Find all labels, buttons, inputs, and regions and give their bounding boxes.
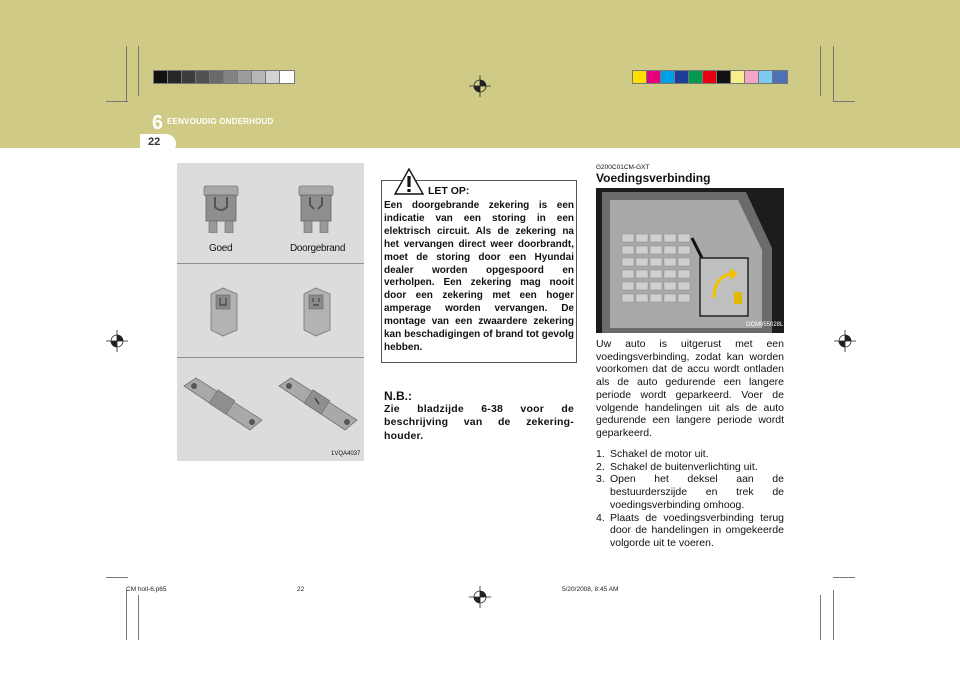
section-heading: Voedingsverbinding bbox=[596, 171, 711, 185]
registration-target-icon bbox=[834, 330, 856, 352]
color-swatch bbox=[759, 71, 773, 83]
image-code: 1VQA4037 bbox=[331, 451, 361, 457]
color-swatch bbox=[238, 71, 252, 83]
fuse-box-photo bbox=[596, 188, 784, 333]
color-swatch bbox=[168, 71, 182, 83]
step-number: 1. bbox=[596, 448, 605, 460]
color-swatch bbox=[154, 71, 168, 83]
note-text: Zie bladzijde 6-38 voor de beschrijving … bbox=[384, 403, 574, 442]
registration-target-icon bbox=[106, 330, 128, 352]
registration-target-icon bbox=[469, 75, 491, 97]
warning-text: Een doorgebrande zekering is een indicat… bbox=[384, 200, 574, 353]
color-swatch bbox=[224, 71, 238, 83]
section-body: Uw auto is uitgerust met een voedingsver… bbox=[596, 338, 784, 439]
color-swatch bbox=[210, 71, 224, 83]
panel-divider bbox=[177, 263, 364, 264]
label-blown: Doorgebrand bbox=[290, 243, 346, 254]
step-number: 3. bbox=[596, 473, 605, 486]
grayscale-calibration-bar bbox=[153, 70, 295, 84]
good-blade-fuse-icon bbox=[203, 185, 239, 233]
good-strip-fuse-icon bbox=[183, 377, 263, 431]
header-band bbox=[0, 0, 960, 148]
step-text: Open het deksel aan de bestuurderszijde … bbox=[610, 473, 784, 511]
color-swatch bbox=[773, 71, 787, 83]
step-number: 4. bbox=[596, 511, 605, 524]
list-item: 2. Schakel de buitenverlichting uit. bbox=[596, 461, 784, 474]
chapter-number: 6 bbox=[152, 112, 164, 134]
steps-list: 1. Schakel de motor uit. 2. Schakel de bui… bbox=[596, 448, 784, 550]
step-text: Plaats de voedingsverbinding terug door … bbox=[610, 511, 784, 549]
blown-cartridge-fuse-icon bbox=[303, 287, 331, 337]
page-number: 22 bbox=[148, 136, 161, 148]
warning-title: LET OP: bbox=[428, 185, 470, 197]
color-swatch bbox=[266, 71, 280, 83]
color-swatch bbox=[196, 71, 210, 83]
label-good: Goed bbox=[209, 243, 233, 254]
color-swatch bbox=[661, 71, 675, 83]
blown-blade-fuse-icon bbox=[298, 185, 334, 233]
warning-triangle-icon bbox=[394, 168, 424, 195]
color-swatch bbox=[633, 71, 647, 83]
color-swatch bbox=[252, 71, 266, 83]
color-swatch bbox=[703, 71, 717, 83]
panel-divider bbox=[177, 357, 364, 358]
blown-strip-fuse-icon bbox=[278, 377, 358, 431]
color-swatch bbox=[647, 71, 661, 83]
step-text: Schakel de motor uit. bbox=[610, 448, 709, 460]
color-swatch bbox=[745, 71, 759, 83]
list-item: 1. Schakel de motor uit. bbox=[596, 448, 784, 461]
color-swatch bbox=[717, 71, 731, 83]
color-swatch bbox=[675, 71, 689, 83]
step-text: Schakel de buitenverlichting uit. bbox=[610, 460, 758, 473]
footer-file: CM holl-6.p65 bbox=[126, 586, 167, 593]
photo-image-code: OCM055028L bbox=[746, 322, 784, 328]
color-calibration-bar bbox=[632, 70, 788, 84]
list-item: 4. Plaats de voedingsverbinding terug doo… bbox=[596, 512, 784, 550]
good-cartridge-fuse-icon bbox=[210, 287, 238, 337]
footer-page: 22 bbox=[297, 586, 305, 593]
color-swatch bbox=[182, 71, 196, 83]
list-item: 3. Open het deksel aan de bestuurderszijd… bbox=[596, 473, 784, 511]
color-swatch bbox=[689, 71, 703, 83]
color-swatch bbox=[731, 71, 745, 83]
footer-date: 5/20/2008, 8:45 AM bbox=[562, 586, 619, 593]
registration-target-icon bbox=[469, 586, 491, 608]
note-title: N.B.: bbox=[384, 389, 412, 403]
step-number: 2. bbox=[596, 460, 605, 473]
color-swatch bbox=[280, 71, 294, 83]
chapter-title: EENVOUDIG ONDERHOUD bbox=[167, 117, 274, 126]
section-code: G200C01CM-GXT bbox=[596, 164, 650, 171]
